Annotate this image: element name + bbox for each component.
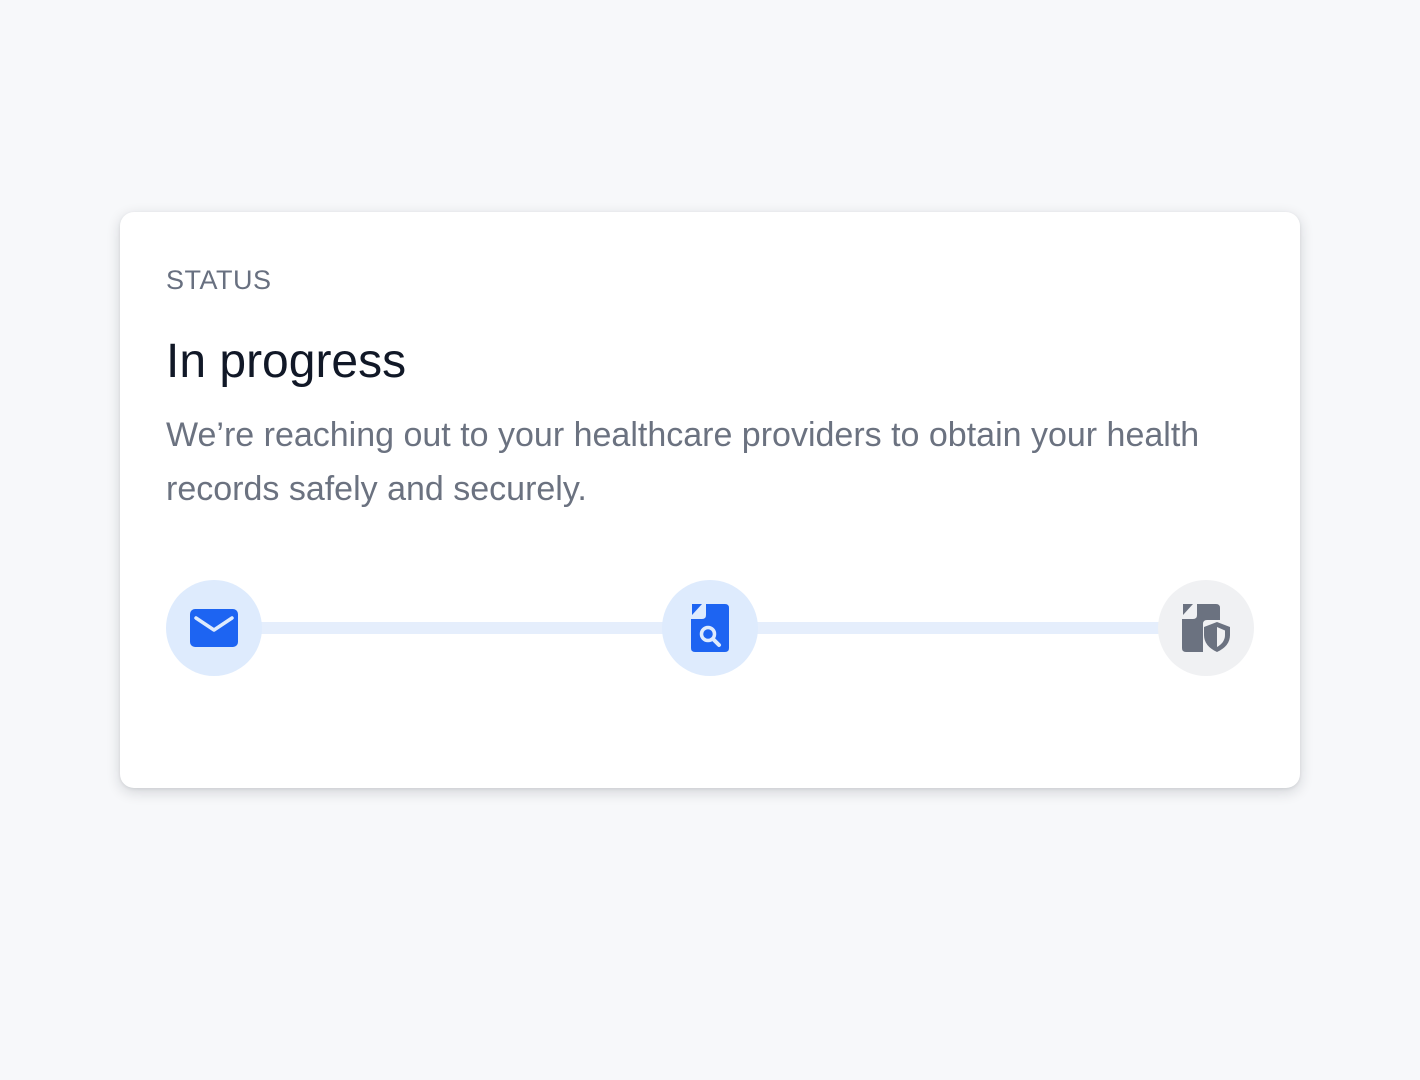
stepper-connector-1	[256, 622, 668, 634]
progress-stepper	[166, 580, 1254, 676]
step-records-search	[662, 580, 758, 676]
document-search-icon	[691, 604, 729, 652]
status-card: STATUS In progress We’re reaching out to…	[120, 212, 1300, 788]
status-description: We’re reaching out to your healthcare pr…	[166, 416, 1200, 508]
status-eyebrow-label: STATUS	[166, 265, 272, 295]
stepper-connector-2	[752, 622, 1164, 634]
step-request-sent	[166, 580, 262, 676]
envelope-icon	[190, 609, 238, 647]
step-records-secured	[1158, 580, 1254, 676]
status-title: In progress	[166, 335, 407, 388]
document-shield-icon	[1182, 604, 1230, 652]
